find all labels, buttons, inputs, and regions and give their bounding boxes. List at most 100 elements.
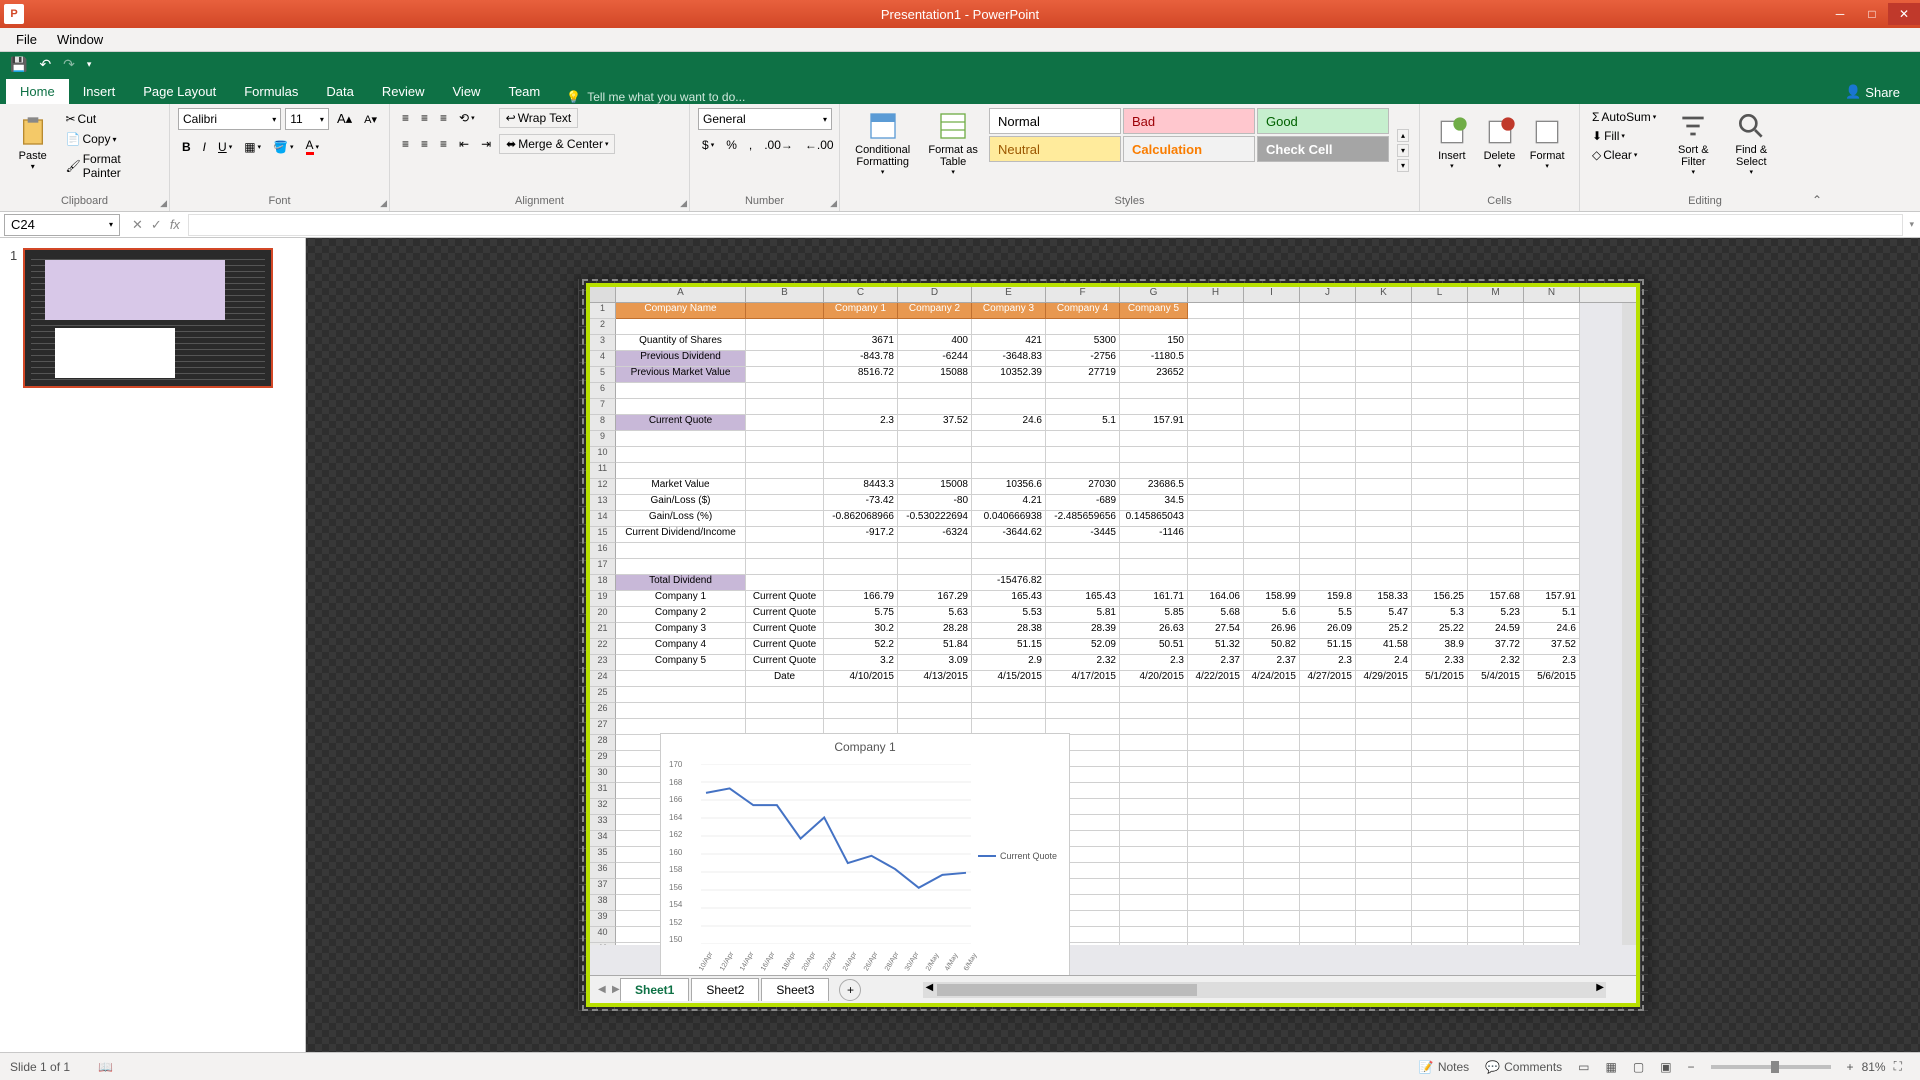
cell[interactable] — [1356, 687, 1412, 703]
cell[interactable]: 5.1 — [1046, 415, 1120, 431]
styles-more-icon[interactable]: ▾ — [1397, 159, 1409, 172]
cell[interactable] — [1468, 559, 1524, 575]
row-header[interactable]: 41 — [590, 943, 616, 945]
cell[interactable] — [616, 463, 746, 479]
cell[interactable]: 2.4 — [1356, 655, 1412, 671]
increase-indent-icon[interactable]: ⇥ — [477, 135, 495, 153]
cell[interactable]: 2.3 — [824, 415, 898, 431]
cell[interactable] — [824, 687, 898, 703]
cell[interactable]: Company 2 — [898, 303, 972, 319]
cell[interactable] — [1188, 399, 1244, 415]
increase-decimal-icon[interactable]: .00→ — [760, 136, 797, 154]
cell[interactable]: 2.37 — [1244, 655, 1300, 671]
cell[interactable]: -1146 — [1120, 527, 1188, 543]
cell[interactable] — [616, 431, 746, 447]
cell[interactable] — [1188, 943, 1244, 945]
cell[interactable]: Previous Dividend — [616, 351, 746, 367]
cell[interactable]: 400 — [898, 335, 972, 351]
cell[interactable]: 3.2 — [824, 655, 898, 671]
cell[interactable]: Company 2 — [616, 607, 746, 623]
cell[interactable] — [1412, 527, 1468, 543]
cell[interactable] — [1412, 463, 1468, 479]
cell[interactable]: 37.72 — [1468, 639, 1524, 655]
cell[interactable]: Company 5 — [616, 655, 746, 671]
sheet-nav-prev-icon[interactable]: ◀ — [598, 984, 606, 995]
cell[interactable]: 5300 — [1046, 335, 1120, 351]
cell[interactable] — [1412, 335, 1468, 351]
style-bad[interactable]: Bad — [1123, 108, 1255, 134]
cell[interactable] — [1524, 831, 1580, 847]
cell[interactable] — [1244, 687, 1300, 703]
cell[interactable] — [972, 447, 1046, 463]
cell[interactable] — [1356, 463, 1412, 479]
cell[interactable] — [1356, 559, 1412, 575]
cell[interactable] — [1468, 495, 1524, 511]
row-header[interactable]: 7 — [590, 399, 616, 415]
col-header[interactable]: M — [1468, 287, 1524, 302]
align-bottom-icon[interactable]: ≡ — [436, 109, 451, 127]
cell[interactable] — [1468, 335, 1524, 351]
cell[interactable] — [1188, 719, 1244, 735]
cell[interactable] — [1244, 799, 1300, 815]
cell[interactable] — [972, 383, 1046, 399]
cell[interactable] — [1188, 447, 1244, 463]
autosum-button[interactable]: ΣAutoSum▾ — [1588, 108, 1660, 126]
cell[interactable] — [1356, 911, 1412, 927]
cell[interactable]: Company 5 — [1120, 303, 1188, 319]
cell[interactable]: Date — [746, 671, 824, 687]
cell[interactable]: Current Quote — [746, 639, 824, 655]
cell[interactable] — [1524, 383, 1580, 399]
cell[interactable]: Company 1 — [616, 591, 746, 607]
cell[interactable] — [1244, 495, 1300, 511]
cell[interactable] — [1356, 511, 1412, 527]
cell[interactable]: 28.39 — [1046, 623, 1120, 639]
close-button[interactable]: ✕ — [1888, 3, 1920, 25]
zoom-level[interactable]: 81% — [1862, 1060, 1886, 1074]
cell[interactable] — [1046, 447, 1120, 463]
cell[interactable] — [1244, 927, 1300, 943]
cell[interactable] — [1356, 783, 1412, 799]
redo-icon[interactable]: ↷ — [63, 56, 75, 73]
cell[interactable] — [1468, 815, 1524, 831]
row-header[interactable]: 23 — [590, 655, 616, 671]
copy-button[interactable]: 📄Copy▾ — [61, 130, 161, 148]
cell[interactable] — [1468, 687, 1524, 703]
cell[interactable] — [1468, 319, 1524, 335]
cell[interactable] — [1468, 703, 1524, 719]
cut-button[interactable]: ✂Cut — [61, 110, 161, 128]
cell[interactable] — [1300, 415, 1356, 431]
row-header[interactable]: 34 — [590, 831, 616, 847]
save-icon[interactable]: 💾 — [10, 56, 27, 73]
cell[interactable] — [616, 383, 746, 399]
cell[interactable]: Company 1 — [824, 303, 898, 319]
cell[interactable] — [1300, 815, 1356, 831]
cell[interactable]: 27719 — [1046, 367, 1120, 383]
cell[interactable]: Current Quote — [746, 655, 824, 671]
cell[interactable] — [1468, 431, 1524, 447]
decrease-indent-icon[interactable]: ⇤ — [455, 135, 473, 153]
cell[interactable] — [898, 383, 972, 399]
cell[interactable] — [1468, 943, 1524, 945]
cell[interactable] — [1188, 463, 1244, 479]
row-header[interactable]: 18 — [590, 575, 616, 591]
row-header[interactable]: 12 — [590, 479, 616, 495]
cell[interactable] — [1300, 735, 1356, 751]
cell[interactable] — [1188, 383, 1244, 399]
cell[interactable] — [1300, 367, 1356, 383]
cell[interactable]: 51.32 — [1188, 639, 1244, 655]
cell[interactable] — [1120, 447, 1188, 463]
minimize-button[interactable]: ─ — [1824, 3, 1856, 25]
col-header[interactable]: C — [824, 287, 898, 302]
cell[interactable] — [824, 447, 898, 463]
cell[interactable] — [1120, 383, 1188, 399]
fill-color-button[interactable]: 🪣▾ — [269, 138, 297, 156]
cell[interactable] — [1412, 495, 1468, 511]
row-header[interactable]: 15 — [590, 527, 616, 543]
cell[interactable]: 50.82 — [1244, 639, 1300, 655]
cell[interactable] — [824, 399, 898, 415]
cell[interactable] — [1468, 543, 1524, 559]
cell[interactable] — [1412, 911, 1468, 927]
cell[interactable] — [746, 559, 824, 575]
style-check-cell[interactable]: Check Cell — [1257, 136, 1389, 162]
cell[interactable]: -917.2 — [824, 527, 898, 543]
